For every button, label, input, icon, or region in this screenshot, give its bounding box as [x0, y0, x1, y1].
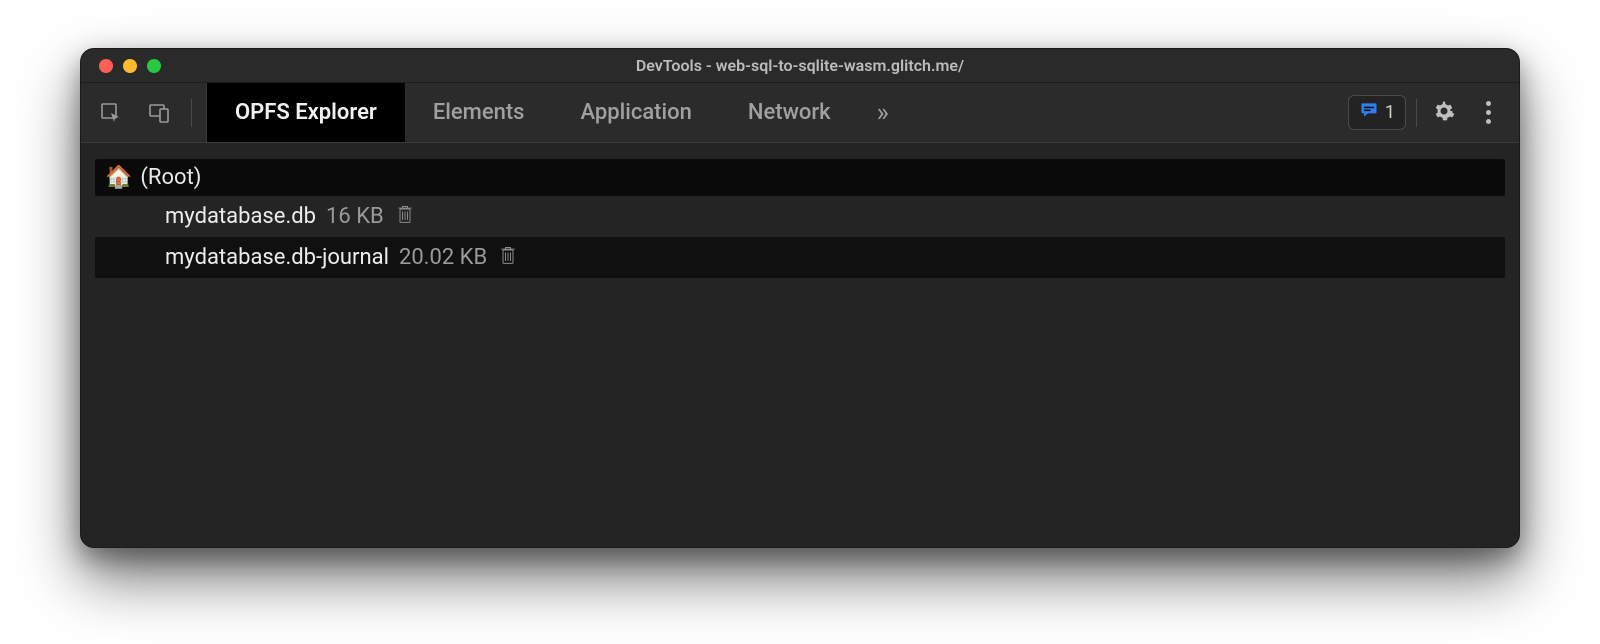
file-name: mydatabase.db	[165, 204, 316, 229]
traffic-lights	[81, 59, 161, 73]
delete-file-button[interactable]	[394, 206, 416, 228]
file-tree: 🏠 (Root) mydatabase.db 16 KB	[95, 159, 1505, 278]
more-menu-button[interactable]	[1471, 96, 1505, 130]
tab-label: OPFS Explorer	[235, 100, 377, 125]
delete-file-button[interactable]	[497, 247, 519, 269]
trash-icon	[498, 244, 518, 272]
devtools-tabs: OPFS Explorer Elements Application Netwo…	[207, 83, 1334, 142]
file-size: 16 KB	[326, 204, 384, 229]
tab-label: Network	[748, 100, 831, 125]
tab-label: Elements	[433, 100, 525, 125]
home-icon: 🏠	[105, 165, 132, 190]
tab-label: Application	[581, 100, 692, 125]
file-size: 20.02 KB	[399, 245, 487, 270]
chevron-double-right-icon: »	[877, 98, 889, 128]
issues-count: 1	[1385, 102, 1395, 123]
opfs-explorer-panel: 🏠 (Root) mydatabase.db 16 KB	[81, 143, 1519, 547]
toolbar-right-group: 1	[1334, 83, 1519, 142]
tree-root-row[interactable]: 🏠 (Root)	[95, 159, 1505, 196]
file-row[interactable]: mydatabase.db-journal 20.02 KB	[95, 237, 1505, 278]
devtools-toolbar: OPFS Explorer Elements Application Netwo…	[81, 83, 1519, 143]
chat-icon	[1359, 100, 1379, 125]
tab-elements[interactable]: Elements	[405, 83, 553, 142]
maximize-window-button[interactable]	[147, 59, 161, 73]
title-bar: DevTools - web-sql-to-sqlite-wasm.glitch…	[81, 49, 1519, 83]
gear-icon	[1432, 99, 1456, 127]
tab-opfs-explorer[interactable]: OPFS Explorer	[207, 83, 405, 142]
more-tabs-button[interactable]: »	[859, 83, 907, 142]
file-row[interactable]: mydatabase.db 16 KB	[95, 196, 1505, 237]
device-toolbar-icon[interactable]	[143, 97, 175, 129]
minimize-window-button[interactable]	[123, 59, 137, 73]
devtools-window: DevTools - web-sql-to-sqlite-wasm.glitch…	[80, 48, 1520, 548]
toolbar-left-group	[81, 83, 207, 142]
close-window-button[interactable]	[99, 59, 113, 73]
tab-application[interactable]: Application	[553, 83, 720, 142]
toolbar-divider	[191, 99, 192, 127]
file-name: mydatabase.db-journal	[165, 245, 389, 270]
inspect-element-icon[interactable]	[95, 97, 127, 129]
tab-network[interactable]: Network	[720, 83, 859, 142]
root-label: (Root)	[140, 165, 201, 190]
settings-button[interactable]	[1427, 96, 1461, 130]
window-title: DevTools - web-sql-to-sqlite-wasm.glitch…	[81, 56, 1519, 75]
kebab-icon	[1486, 101, 1491, 124]
toolbar-divider	[1416, 99, 1417, 127]
issues-badge[interactable]: 1	[1348, 95, 1406, 130]
trash-icon	[395, 203, 415, 231]
